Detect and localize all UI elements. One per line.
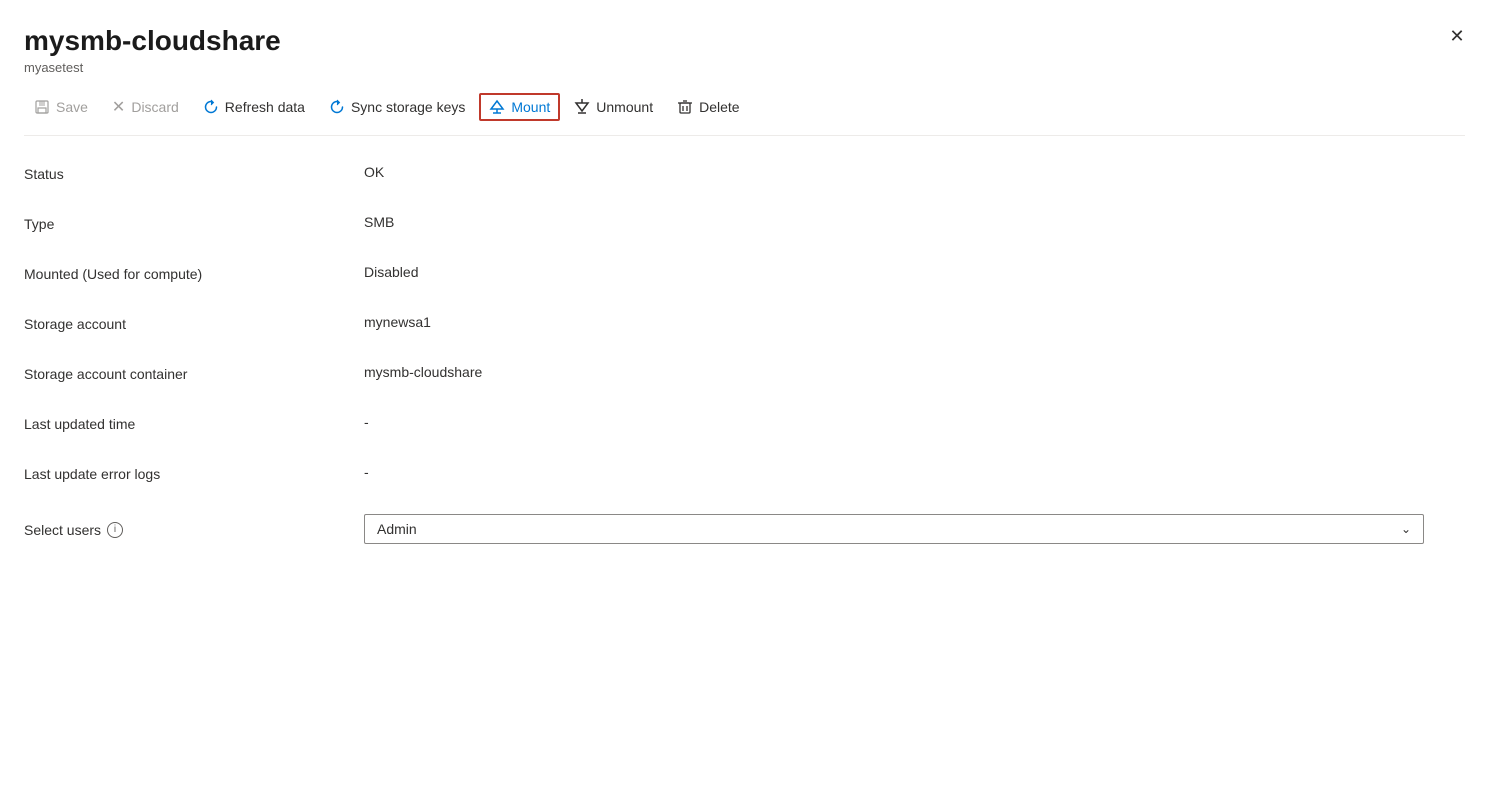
field-row-mounted: Mounted (Used for compute) Disabled — [24, 264, 1465, 282]
mount-button[interactable]: Mount — [479, 93, 560, 121]
delete-button[interactable]: Delete — [667, 93, 749, 121]
delete-label: Delete — [699, 99, 739, 115]
label-last-updated: Last updated time — [24, 414, 364, 432]
sync-icon — [329, 99, 345, 115]
unmount-icon — [574, 99, 590, 115]
value-error-logs: - — [364, 464, 369, 480]
chevron-down-icon: ⌄ — [1401, 522, 1411, 536]
label-error-logs: Last update error logs — [24, 464, 364, 482]
refresh-icon — [203, 99, 219, 115]
mount-icon — [489, 99, 505, 115]
content-area: Status OK Type SMB Mounted (Used for com… — [24, 136, 1465, 544]
field-row-storage-container: Storage account container mysmb-cloudsha… — [24, 364, 1465, 382]
info-icon[interactable]: i — [107, 522, 123, 538]
field-row-last-updated: Last updated time - — [24, 414, 1465, 432]
sync-button[interactable]: Sync storage keys — [319, 93, 475, 121]
save-button[interactable]: Save — [24, 93, 98, 121]
label-select-users: Select users i — [24, 520, 364, 538]
field-row-status: Status OK — [24, 164, 1465, 182]
discard-icon: ✕ — [112, 97, 125, 117]
mount-label: Mount — [511, 99, 550, 115]
value-mounted: Disabled — [364, 264, 418, 280]
field-row-storage-account: Storage account mynewsa1 — [24, 314, 1465, 332]
toolbar: Save ✕ Discard Refresh data — [24, 91, 1465, 136]
unmount-button[interactable]: Unmount — [564, 93, 663, 121]
sync-label: Sync storage keys — [351, 99, 465, 115]
delete-icon — [677, 99, 693, 115]
select-users-dropdown[interactable]: Admin ⌄ — [364, 514, 1424, 544]
value-storage-account: mynewsa1 — [364, 314, 431, 330]
label-status: Status — [24, 164, 364, 182]
select-users-label-text: Select users — [24, 522, 101, 538]
save-label: Save — [56, 99, 88, 115]
field-row-error-logs: Last update error logs - — [24, 464, 1465, 482]
label-storage-container: Storage account container — [24, 364, 364, 382]
unmount-label: Unmount — [596, 99, 653, 115]
field-row-type: Type SMB — [24, 214, 1465, 232]
value-status: OK — [364, 164, 384, 180]
panel-title: mysmb-cloudshare — [24, 24, 1465, 58]
refresh-button[interactable]: Refresh data — [193, 93, 315, 121]
value-last-updated: - — [364, 414, 369, 430]
select-users-value: Admin — [377, 521, 417, 537]
value-storage-container: mysmb-cloudshare — [364, 364, 482, 380]
refresh-label: Refresh data — [225, 99, 305, 115]
value-type: SMB — [364, 214, 394, 230]
panel-subtitle: myasetest — [24, 60, 1465, 75]
save-icon — [34, 99, 50, 115]
discard-label: Discard — [131, 99, 178, 115]
label-type: Type — [24, 214, 364, 232]
discard-button[interactable]: ✕ Discard — [102, 91, 189, 123]
label-mounted: Mounted (Used for compute) — [24, 264, 364, 282]
label-storage-account: Storage account — [24, 314, 364, 332]
select-users-row: Select users i Admin ⌄ — [24, 514, 1465, 544]
main-panel: ✕ mysmb-cloudshare myasetest Save ✕ Disc… — [0, 0, 1497, 808]
close-button[interactable]: ✕ — [1441, 20, 1473, 52]
